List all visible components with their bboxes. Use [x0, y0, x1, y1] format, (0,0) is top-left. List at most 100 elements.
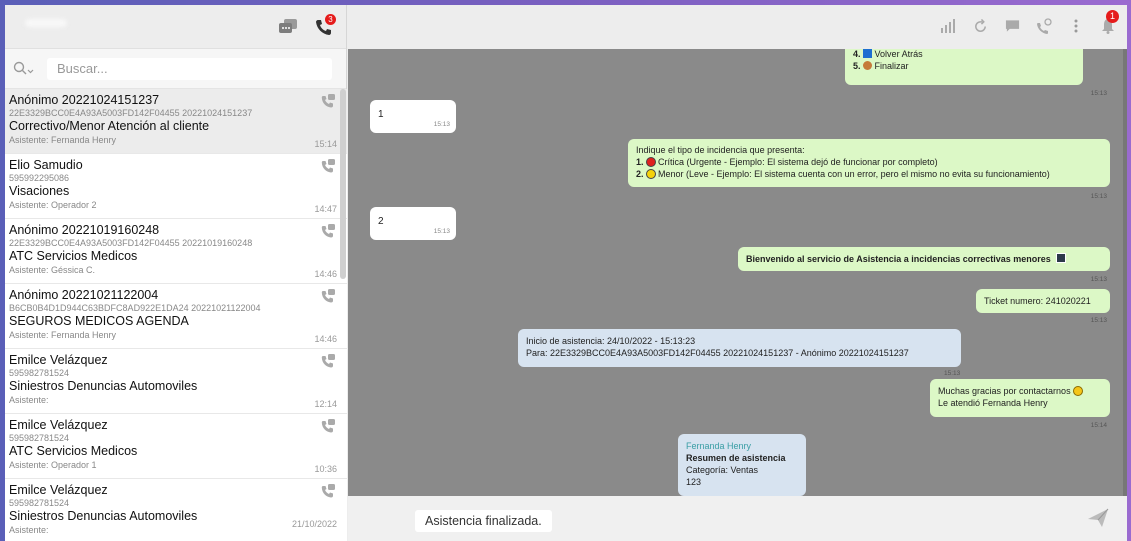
option-text: Menor (Leve - Ejemplo: El sistema cuenta…	[658, 169, 1050, 179]
chat-name: Anónimo 20221019160248	[9, 223, 160, 237]
search-icon[interactable]	[13, 59, 39, 79]
option-number: 4.	[853, 49, 861, 59]
chat-channel-icon	[321, 159, 335, 178]
message-time: 15:13	[1090, 193, 1107, 200]
chat-channel-icon	[321, 224, 335, 243]
chat-time: 14:47	[314, 204, 337, 214]
chat-time: 10:36	[314, 464, 337, 474]
chat-name: Emilce Velázquez	[9, 353, 108, 367]
chat-name: Emilce Velázquez	[9, 418, 108, 432]
option-text: Finalizar	[874, 61, 909, 71]
welcome-message: Bienvenido al servicio de Asistencia a i…	[738, 247, 1110, 271]
chat-time: 14:46	[314, 334, 337, 344]
chat-group: ATC Servicios Medicos	[9, 249, 138, 263]
calls-badge: 3	[325, 14, 336, 25]
smile-emoji-icon	[1073, 386, 1084, 396]
new-chat-icon[interactable]	[277, 16, 299, 38]
chat-list-item[interactable]: Anónimo 20221024151237 22E3329BCC0E4A93A…	[5, 89, 347, 154]
agent-name: Fernanda Henry	[686, 441, 752, 451]
option-text: Crítica (Urgente - Ejemplo: El sistema d…	[658, 157, 938, 167]
chat-list-panel: 3 Anónimo 20221024151237 22E3329BCC0E4A9…	[5, 5, 347, 541]
message-text: Indique el tipo de incidencia que presen…	[636, 145, 805, 155]
chat-time: 15:14	[314, 139, 337, 149]
chat-assistant: Asistente: Géssica C.	[9, 265, 96, 275]
option-number: 1.	[636, 157, 644, 167]
stats-icon[interactable]	[939, 17, 957, 35]
incoming-message: 1 15:13	[370, 100, 456, 133]
more-options-icon[interactable]	[1067, 17, 1085, 35]
chat-list-item[interactable]: Emilce Velázquez 595982781524 Siniestros…	[5, 349, 347, 414]
chat-id: 595992295086	[9, 173, 70, 183]
chat-id: 595982781524	[9, 498, 70, 508]
chat-id: 22E3329BCC0E4A93A5003FD142F04455 2022101…	[9, 238, 253, 248]
refresh-icon[interactable]	[971, 17, 989, 35]
message-area: 4. Volver Atrás 5. Finalizar 15:13 1 15:…	[348, 49, 1127, 496]
chat-time: 14:46	[314, 269, 337, 279]
chat-list-scrollbar[interactable]	[340, 89, 346, 279]
chat-list: Anónimo 20221024151237 22E3329BCC0E4A93A…	[5, 89, 347, 541]
chat-assistant: Asistente: Operador 1	[9, 460, 97, 470]
chat-list-item[interactable]: Anónimo 20221021122004 B6CB0B4D1D944C63B…	[5, 284, 347, 349]
assistance-start-message: Inicio de asistencia: 24/10/2022 - 15:13…	[518, 329, 961, 367]
message-time: 15:13	[1090, 90, 1107, 97]
chat-list-item[interactable]: Anónimo 20221019160248 22E3329BCC0E4A93A…	[5, 219, 347, 284]
message-text: Bienvenido al servicio de Asistencia a i…	[746, 254, 1051, 264]
ticket-message: Ticket numero: 241020221	[976, 289, 1110, 313]
message-text: Le atendió Fernanda Henry	[938, 398, 1048, 408]
message-text: Muchas gracias por contactarnos	[938, 386, 1071, 396]
summary-value: 123	[686, 477, 702, 487]
yellow-circle-icon	[646, 169, 657, 179]
chat-name: Anónimo 20221024151237	[9, 93, 160, 107]
chat-channel-icon	[321, 419, 335, 438]
chat-group: Siniestros Denuncias Automoviles	[9, 509, 198, 523]
calls-icon[interactable]: 3	[313, 14, 336, 38]
notifications-icon[interactable]: 1	[1099, 10, 1119, 35]
app-window: 3 Anónimo 20221024151237 22E3329BCC0E4A9…	[5, 5, 1127, 541]
wave-hand-icon	[863, 61, 873, 70]
image-icon	[1056, 253, 1067, 263]
message-scrollbar[interactable]	[1123, 49, 1127, 496]
conversation-panel: 1 4. Volver Atrás 5. Finalizar 15:13 1 1…	[348, 5, 1127, 541]
red-circle-icon	[646, 157, 657, 167]
chat-list-item[interactable]: Elio Samudio 595992295086 Visaciones Asi…	[5, 154, 347, 219]
transfer-icon[interactable]	[1035, 17, 1053, 35]
chat-assistant: Asistente: Operador 2	[9, 200, 97, 210]
message-icon[interactable]	[1003, 17, 1021, 35]
composer-bar: Asistencia finalizada.	[348, 496, 1127, 541]
send-icon[interactable]	[1087, 508, 1109, 533]
chat-group: Correctivo/Menor Atención al cliente	[9, 119, 210, 133]
composer-status: Asistencia finalizada.	[415, 510, 552, 532]
message-time: 15:13	[1090, 317, 1107, 324]
message-time: 15:13	[433, 121, 450, 128]
chat-id: B6CB0B4D1D944C63BDFC8AD922E1DA24 2022102…	[9, 303, 261, 313]
chat-channel-icon	[321, 289, 335, 308]
chat-group: ATC Servicios Medicos	[9, 444, 138, 458]
chat-assistant: Asistente: Fernanda Henry	[9, 135, 117, 145]
chat-assistant: Asistente:	[9, 525, 49, 535]
assistance-summary-message: Fernanda Henry Resumen de asistencia Cat…	[678, 434, 806, 496]
message-time: 15:13	[433, 228, 450, 235]
summary-title: Resumen de asistencia	[686, 453, 786, 463]
message-text: Inicio de asistencia: 24/10/2022 - 15:13…	[526, 336, 696, 346]
message-text: Ticket numero: 241020221	[984, 296, 1091, 306]
incident-type-message: Indique el tipo de incidencia que presen…	[628, 139, 1110, 187]
chat-list-item[interactable]: Emilce Velázquez 595982781524 ATC Servic…	[5, 414, 347, 479]
back-arrow-icon	[863, 49, 873, 58]
chat-id: 595982781524	[9, 368, 70, 378]
search-bar	[5, 49, 346, 89]
chat-time: 12:14	[314, 399, 337, 409]
chat-name: Elio Samudio	[9, 158, 83, 172]
notification-badge: 1	[1106, 10, 1119, 23]
chat-list-item[interactable]: Emilce Velázquez 595982781524 Siniestros…	[5, 479, 347, 541]
left-header: 3	[5, 5, 346, 49]
message-text: Para: 22E3329BCC0E4A93A5003FD142F04455 2…	[526, 348, 909, 358]
summary-category: Categoría: Ventas	[686, 465, 759, 475]
chat-group: Visaciones	[9, 184, 70, 198]
option-number: 2.	[636, 169, 644, 179]
thanks-message: Muchas gracias por contactarnos Le atend…	[930, 379, 1110, 417]
chat-id: 595982781524	[9, 433, 70, 443]
search-input[interactable]	[47, 57, 332, 80]
profile-name-blurred	[25, 19, 67, 27]
chat-channel-icon	[321, 354, 335, 373]
conversation-header: 1	[348, 5, 1127, 49]
